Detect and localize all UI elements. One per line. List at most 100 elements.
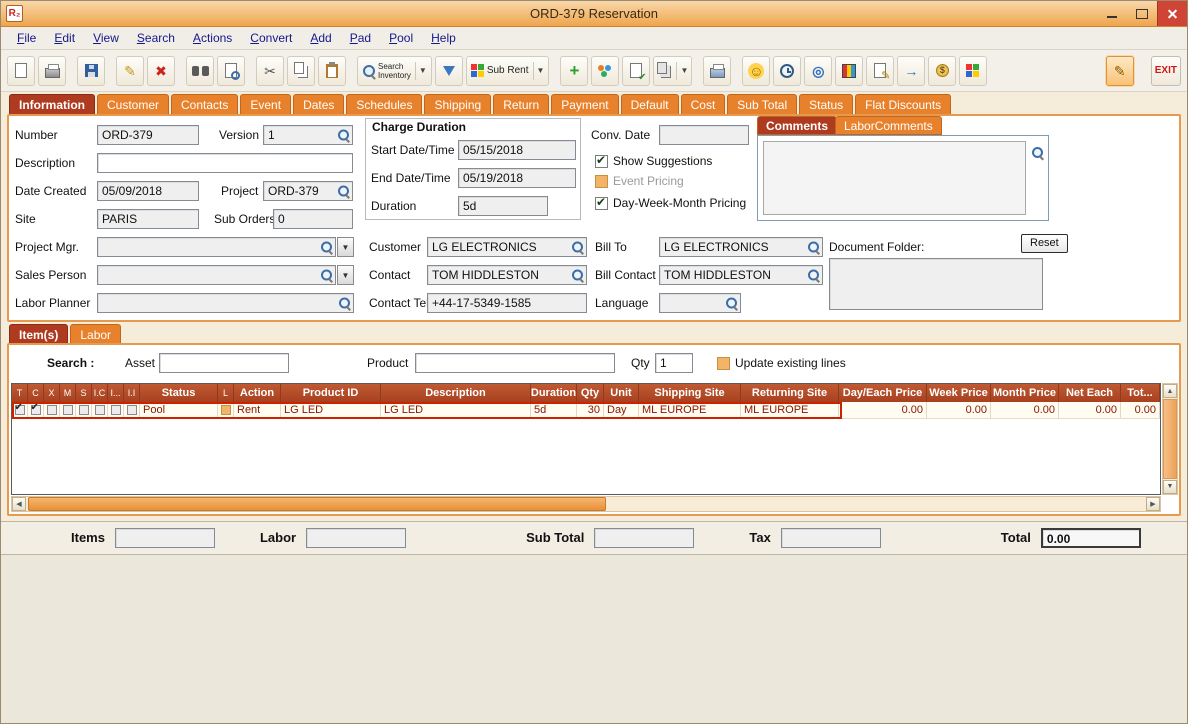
col-s[interactable]: S [76,384,92,402]
row-c-checkbox[interactable] [30,402,41,415]
configurator-button[interactable] [835,55,864,86]
delete-button[interactable]: ✖ [147,55,175,86]
tab-information[interactable]: Information [9,94,95,114]
vertical-scroll-thumb[interactable] [1163,399,1177,479]
funnel-button[interactable] [434,55,463,86]
labor-planner-field[interactable] [97,293,354,313]
col-shipping-site[interactable]: Shipping Site [639,384,741,402]
bill-contact-field[interactable]: TOM HIDDLESTON [659,265,823,285]
contact-search-icon[interactable] [571,269,584,282]
col-l[interactable]: L [218,384,234,402]
menu-help[interactable]: Help [423,29,464,47]
col-week-price[interactable]: Week Price [927,384,991,402]
crew-button[interactable]: ☺ [742,55,771,86]
tab-default[interactable]: Default [620,94,679,114]
maximize-button[interactable] [1127,1,1157,26]
sales-person-dropdown[interactable]: ▼ [337,265,354,285]
document-folder-box[interactable] [829,258,1043,310]
col-status[interactable]: Status [140,384,218,402]
bill-contact-search-icon[interactable] [807,269,820,282]
exit-button[interactable]: EXIT [1150,55,1181,86]
save-button[interactable] [77,55,105,86]
tab-dates[interactable]: Dates [293,94,345,114]
event-pricing-checkbox[interactable] [595,174,608,188]
contact-field[interactable]: TOM HIDDLESTON [427,265,587,285]
conv-date-field[interactable] [659,125,749,145]
tab-labor-comments[interactable]: LaborComments [835,116,942,135]
close-button[interactable] [1157,1,1187,26]
menu-pool[interactable]: Pool [381,29,421,47]
comments-search-icon[interactable] [1031,146,1044,159]
col-action[interactable]: Action [234,384,281,402]
version-field[interactable]: 1 [263,125,353,145]
notes-button[interactable] [866,55,895,86]
start-date-field[interactable]: 05/15/2018 [458,140,576,160]
col-ic[interactable]: I.C [92,384,108,402]
search-inventory-button[interactable]: Search Inventory ▼ [357,55,432,86]
comments-box[interactable] [757,135,1049,221]
col-product-id[interactable]: Product ID [281,384,381,402]
sub-rent-dropdown-arrow[interactable]: ▼ [532,61,544,80]
batch-button[interactable]: ▼ [653,55,693,86]
menu-file[interactable]: File [9,29,44,47]
col-net-each[interactable]: Net Each [1059,384,1121,402]
customer-search-icon[interactable] [571,241,584,254]
copy-button[interactable] [287,55,315,86]
col-ii[interactable]: I.I [124,384,140,402]
version-search-icon[interactable] [337,129,350,142]
update-existing-checkbox[interactable] [717,356,730,370]
tab-customer[interactable]: Customer [97,94,170,114]
col-day-each-price[interactable]: Day/Each Price [839,384,927,402]
tab-cost[interactable]: Cost [680,94,726,114]
col-returning-site[interactable]: Returning Site [741,384,839,402]
end-date-field[interactable]: 05/19/2018 [458,168,576,188]
row-x-checkbox[interactable] [46,405,57,415]
project-mgr-search-icon[interactable] [320,241,333,254]
reset-button[interactable]: Reset [1021,234,1068,253]
scroll-left-button[interactable]: ◀ [12,496,26,511]
cut-button[interactable]: ✂ [256,55,284,86]
col-unit[interactable]: Unit [604,384,639,402]
tab-return[interactable]: Return [493,94,550,114]
table-row[interactable]: Pool Rent LG LED LG LED 5d 30 Day ML EUR… [12,402,1160,419]
menu-convert[interactable]: Convert [242,29,300,47]
tab-items[interactable]: Item(s) [9,324,69,343]
scroll-right-button[interactable]: ▶ [1146,496,1160,511]
sales-person-search-icon[interactable] [320,269,333,282]
col-t[interactable]: T [12,384,28,402]
find-document-button[interactable] [217,55,245,86]
report-button[interactable] [703,55,732,86]
tab-shipping[interactable]: Shipping [424,94,492,114]
sub-rent-button[interactable]: Sub Rent ▼ [465,55,550,86]
project-field[interactable]: ORD-379 [263,181,353,201]
sales-person-field[interactable] [97,265,336,285]
project-mgr-field[interactable] [97,237,336,257]
pool-button[interactable] [591,55,620,86]
menu-actions[interactable]: Actions [185,29,240,47]
horizontal-scrollbar[interactable]: ◀ ▶ [11,495,1161,512]
bill-to-search-icon[interactable] [807,241,820,254]
batch-dropdown-arrow[interactable]: ▼ [676,61,688,80]
description-field[interactable] [97,153,353,173]
col-c[interactable]: C [28,384,44,402]
row-ic-checkbox[interactable] [94,405,105,415]
language-field[interactable] [659,293,741,313]
col-month-price[interactable]: Month Price [991,384,1059,402]
col-qty[interactable]: Qty [577,384,604,402]
labor-planner-search-icon[interactable] [338,297,351,310]
horizontal-scroll-thumb[interactable] [28,496,606,511]
product-input[interactable] [415,353,615,373]
date-created-field[interactable]: 05/09/2018 [97,181,199,201]
tab-labor[interactable]: Labor [70,324,122,343]
language-search-icon[interactable] [725,297,738,310]
print-button[interactable] [38,55,66,86]
tab-payment[interactable]: Payment [551,94,619,114]
tab-contacts[interactable]: Contacts [171,94,239,114]
modules-button[interactable] [959,55,988,86]
col-x[interactable]: X [44,384,60,402]
row-ii-checkbox[interactable] [126,405,137,415]
row-l-checkbox[interactable] [220,405,231,415]
menu-edit[interactable]: Edit [46,29,83,47]
find-button[interactable] [186,55,214,86]
edit-note-button[interactable] [622,55,651,86]
